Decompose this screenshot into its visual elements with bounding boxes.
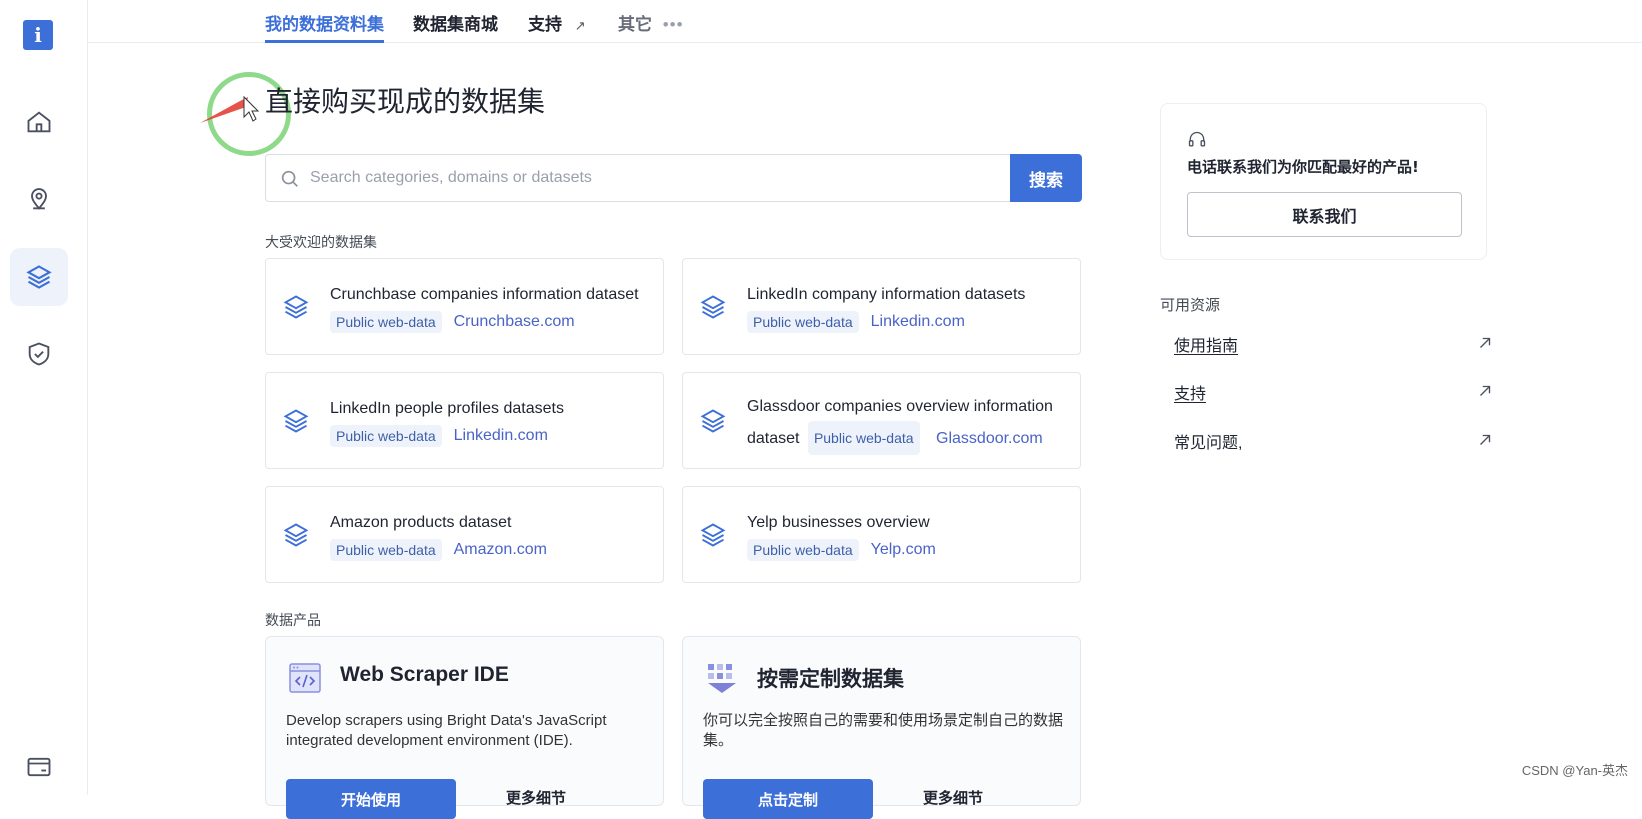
search-input[interactable] [310, 163, 990, 193]
dataset-domain-link[interactable]: Amazon.com [454, 541, 547, 559]
sidebar: i [0, 0, 88, 795]
contact-us-button[interactable]: 联系我们 [1187, 192, 1462, 237]
tab-label: 数据集商城 [413, 15, 498, 34]
tab-other[interactable]: 其它 ••• [618, 10, 684, 43]
layers-icon [699, 520, 727, 550]
resource-link-guide[interactable]: 使用指南 [1174, 332, 1494, 362]
layers-icon [699, 406, 727, 436]
tab-label: 支持 [528, 15, 562, 34]
sidebar-datasets-button[interactable] [10, 248, 68, 306]
dataset-meta: Public web-data Linkedin.com [330, 425, 548, 447]
contact-prompt: 电话联系我们为你匹配最好的产品! [1187, 156, 1419, 177]
product-title: 按需定制数据集 [757, 663, 904, 693]
layers-icon [282, 406, 310, 436]
dataset-meta: Public web-data Yelp.com [747, 539, 936, 561]
dataset-card[interactable]: LinkedIn company information datasets Pu… [682, 258, 1081, 355]
sidebar-location-button[interactable] [10, 170, 68, 228]
watermark-text: CSDN @Yan-英杰 [1522, 760, 1628, 779]
popular-datasets-heading: 大受欢迎的数据集 [265, 232, 377, 252]
dataset-title: Yelp businesses overview [747, 509, 1067, 537]
dataset-card[interactable]: Amazon products dataset Public web-data … [265, 486, 664, 583]
cursor-trail-icon [200, 95, 260, 125]
dataset-tag: Public web-data [330, 425, 442, 447]
top-nav: 我的数据资料集 数据集商城 支持 ↗ 其它 ••• [88, 0, 1642, 43]
product-description: Develop scrapers using Bright Data's Jav… [286, 711, 646, 751]
custom-dataset-funnel-icon [705, 661, 739, 695]
dataset-meta: Public web-data Linkedin.com [747, 311, 965, 333]
dataset-tag: Public web-data [747, 539, 859, 561]
dataset-card[interactable]: Glassdoor companies overview information… [682, 372, 1081, 469]
dataset-tag: Public web-data [747, 311, 859, 333]
sidebar-billing-button[interactable] [10, 738, 68, 796]
product-card-custom-dataset: 按需定制数据集 你可以完全按照自己的需要和使用场景定制自己的数据集。 点击定制 … [682, 636, 1081, 806]
dataset-card[interactable]: Crunchbase companies information dataset… [265, 258, 664, 355]
resources-heading: 可用资源 [1160, 294, 1220, 315]
layers-icon [699, 292, 727, 322]
resource-link-label: 使用指南 [1174, 338, 1238, 355]
brand-logo-icon[interactable]: i [23, 20, 53, 50]
product-title: Web Scraper IDE [340, 663, 509, 687]
arrow-up-right-icon [1476, 382, 1494, 400]
dataset-tag: Public web-data [330, 539, 442, 561]
resource-link-faq[interactable]: 常见问题, [1174, 429, 1494, 459]
product-description: 你可以完全按照自己的需要和使用场景定制自己的数据集。 [703, 711, 1063, 751]
sidebar-home-button[interactable] [10, 93, 68, 151]
dataset-tag: Public web-data [330, 311, 442, 333]
resource-link-label: 支持 [1174, 386, 1206, 403]
dataset-title: LinkedIn company information datasets [747, 281, 1067, 309]
arrow-up-right-icon [1476, 431, 1494, 449]
dataset-card[interactable]: LinkedIn people profiles datasets Public… [265, 372, 664, 469]
search-icon [279, 168, 301, 190]
resource-link-label: 常见问题, [1174, 435, 1242, 452]
dataset-title-block: Glassdoor companies overview information… [747, 393, 1069, 455]
dataset-meta: Public web-data Amazon.com [330, 539, 547, 561]
data-products-heading: 数据产品 [265, 610, 321, 630]
tab-label: 其它 [618, 15, 652, 34]
contact-panel: 电话联系我们为你匹配最好的产品! 联系我们 [1160, 103, 1487, 260]
home-icon [25, 108, 53, 136]
dataset-title: Crunchbase companies information dataset [330, 281, 650, 309]
sidebar-security-button[interactable] [10, 325, 68, 383]
resource-link-support[interactable]: 支持 [1174, 380, 1494, 410]
customize-button[interactable]: 点击定制 [703, 779, 873, 819]
external-link-icon: ↗ [575, 18, 586, 34]
layers-icon [282, 292, 310, 322]
location-pin-icon [25, 185, 53, 213]
page-title: 直接购买现成的数据集 [265, 80, 545, 120]
code-window-icon [288, 661, 322, 695]
tab-dataset-marketplace[interactable]: 数据集商城 [413, 10, 498, 43]
product-card-web-scraper: Web Scraper IDE Develop scrapers using B… [265, 636, 664, 806]
dataset-tag: Public web-data [808, 421, 920, 455]
dataset-domain-link[interactable]: Crunchbase.com [454, 313, 575, 331]
get-started-button[interactable]: 开始使用 [286, 779, 456, 819]
more-details-link[interactable]: 更多细节 [923, 787, 983, 808]
dataset-domain-link[interactable]: Yelp.com [871, 541, 936, 559]
search-bar [265, 154, 1010, 202]
tab-label: 我的数据资料集 [265, 15, 384, 34]
more-dots-icon: ••• [663, 15, 684, 35]
dataset-title: LinkedIn people profiles datasets [330, 395, 650, 423]
arrow-up-right-icon [1476, 334, 1494, 352]
headset-icon [1187, 130, 1207, 150]
search-button[interactable]: 搜索 [1010, 154, 1082, 202]
dataset-domain-link[interactable]: Linkedin.com [871, 313, 965, 331]
credit-card-icon [25, 753, 53, 781]
more-details-link[interactable]: 更多细节 [506, 787, 566, 808]
tab-my-datasets[interactable]: 我的数据资料集 [265, 10, 384, 43]
tab-support[interactable]: 支持 ↗ [528, 10, 586, 43]
dataset-meta: Public web-data Crunchbase.com [330, 311, 575, 333]
dataset-domain-link[interactable]: Linkedin.com [454, 427, 548, 445]
layers-icon [282, 520, 310, 550]
layers-icon [25, 263, 53, 291]
dataset-domain-link[interactable]: Glassdoor.com [936, 430, 1043, 447]
dataset-card[interactable]: Yelp businesses overview Public web-data… [682, 486, 1081, 583]
shield-check-icon [25, 340, 53, 368]
dataset-title: Amazon products dataset [330, 509, 650, 537]
